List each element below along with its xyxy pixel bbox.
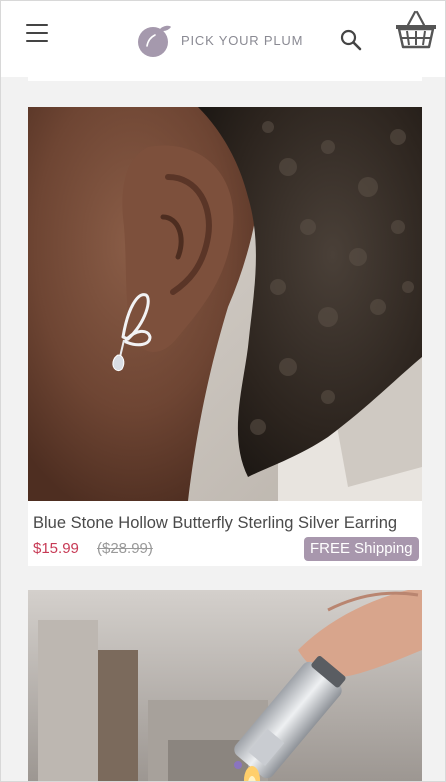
brand-name: PICK YOUR PLUM [181,32,304,48]
app-frame: PICK YOUR PLUM Blue Stone Hollow Butterf… [0,0,446,782]
product-card[interactable]: Blue Stone Hollow Butterfly Sterling Sil… [28,107,422,566]
product-price: $15.99 [33,540,79,557]
shopping-basket-icon[interactable] [394,9,438,51]
search-icon[interactable] [339,28,363,52]
product-card[interactable] [28,590,422,781]
free-shipping-badge: FREE Shipping [304,537,419,561]
product-title[interactable]: Blue Stone Hollow Butterfly Sterling Sil… [33,514,418,533]
product-image[interactable] [28,590,422,781]
brand-logo[interactable]: PICK YOUR PLUM [137,22,303,58]
plum-logo-icon [138,25,171,57]
hamburger-menu-icon[interactable] [26,24,48,42]
top-header: PICK YOUR PLUM [1,1,445,77]
product-original-price: ($28.99) [97,540,153,557]
product-image[interactable] [28,107,422,501]
